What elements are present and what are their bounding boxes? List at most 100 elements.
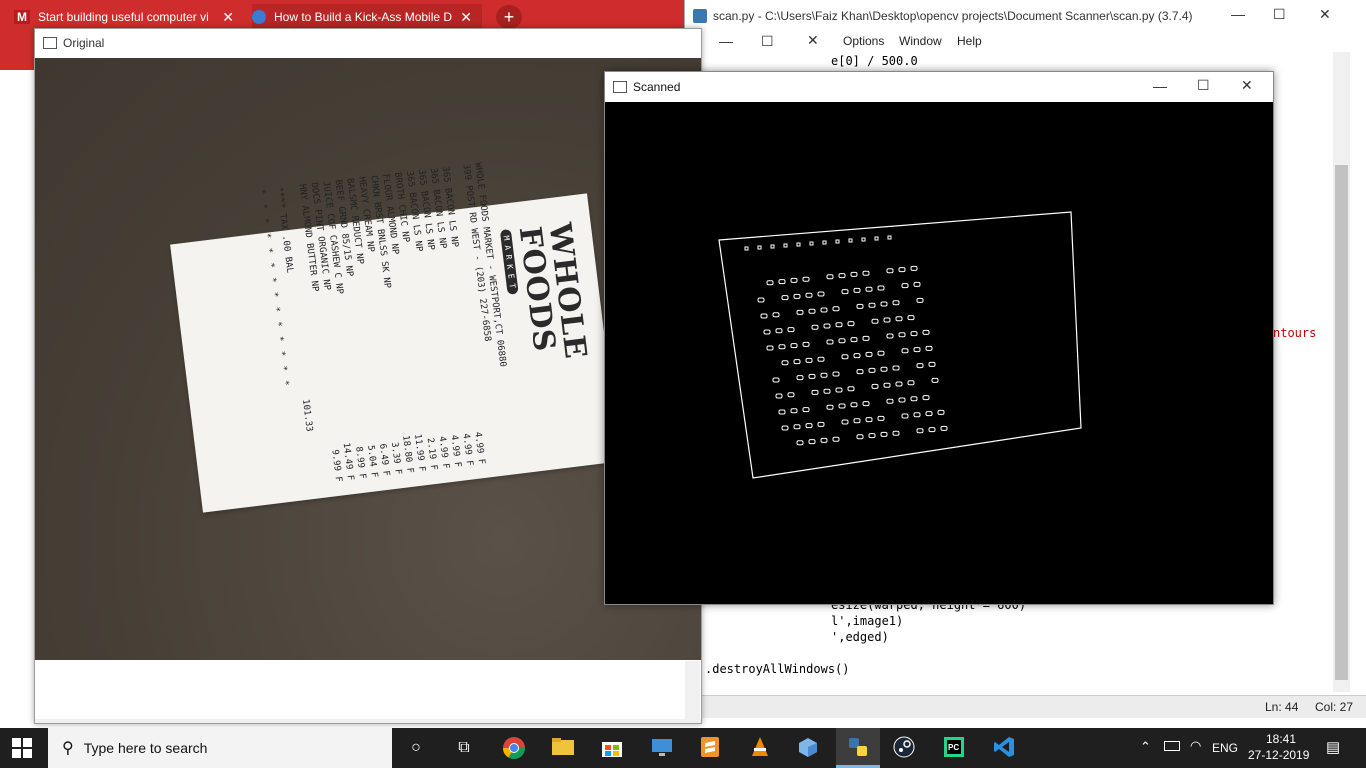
edge-mark bbox=[937, 409, 945, 415]
code-line[interactable]: ',edged) bbox=[831, 630, 889, 644]
steam-icon[interactable] bbox=[892, 736, 916, 760]
edge-mark bbox=[880, 431, 888, 437]
idle-title-bar: scan.py - C:\Users\Faiz Khan\Desktop\ope… bbox=[685, 0, 1366, 31]
edge-mark bbox=[832, 306, 840, 312]
edge-mark bbox=[880, 366, 888, 372]
vscode-icon[interactable] bbox=[992, 736, 1016, 760]
chevron-up-icon[interactable]: ⌃ bbox=[1140, 739, 1151, 755]
edge-mark bbox=[877, 415, 885, 421]
edge-mark bbox=[862, 335, 870, 341]
edge-mark bbox=[808, 308, 816, 314]
edge-mark bbox=[790, 343, 798, 349]
clock-time[interactable]: 18:41 bbox=[1266, 732, 1296, 746]
edge-mark bbox=[787, 327, 795, 333]
edge-mark bbox=[841, 419, 849, 425]
minimize-icon[interactable]: — bbox=[719, 33, 733, 49]
edge-mark bbox=[823, 388, 831, 394]
window-icon bbox=[43, 37, 57, 49]
close-icon[interactable]: ✕ bbox=[807, 32, 819, 49]
code-line[interactable]: e[0] / 500.0 bbox=[831, 54, 918, 68]
edge-mark bbox=[820, 372, 828, 378]
pycharm-icon[interactable]: PC bbox=[942, 736, 966, 760]
edge-mark bbox=[907, 380, 915, 386]
edge-mark bbox=[940, 425, 948, 431]
windows-start-icon[interactable] bbox=[12, 738, 32, 758]
cortana-icon[interactable]: ○ bbox=[404, 736, 428, 760]
column-number: Col: 27 bbox=[1315, 700, 1354, 714]
browser-tab-2[interactable]: How to Build a Kick-Ass Mobile D ✕ bbox=[252, 4, 482, 30]
close-icon[interactable]: ✕ bbox=[460, 9, 472, 26]
menu-options[interactable]: Options bbox=[843, 34, 884, 48]
close-icon[interactable]: ✕ bbox=[222, 9, 234, 26]
menu-window[interactable]: Window bbox=[899, 34, 942, 48]
scanned-edge-image bbox=[605, 102, 1273, 604]
edge-mark bbox=[850, 402, 858, 408]
edge-mark bbox=[805, 292, 813, 298]
clock-date[interactable]: 27-12-2019 bbox=[1248, 748, 1309, 762]
edge-mark bbox=[832, 371, 840, 377]
edge-mark bbox=[883, 317, 891, 323]
minimize-icon[interactable]: — bbox=[1231, 6, 1245, 22]
edge-mark bbox=[856, 303, 864, 309]
edge-mark bbox=[766, 280, 774, 286]
edge-mark bbox=[907, 315, 915, 321]
menu-help[interactable]: Help bbox=[957, 34, 982, 48]
edge-mark bbox=[856, 369, 864, 375]
task-view-icon[interactable]: ⧉ bbox=[452, 736, 476, 760]
edge-mark bbox=[817, 421, 825, 427]
file-explorer-icon[interactable] bbox=[552, 736, 576, 760]
chrome-icon[interactable] bbox=[502, 736, 526, 760]
remote-desktop-icon[interactable] bbox=[650, 736, 674, 760]
window-title: scan.py - C:\Users\Faiz Khan\Desktop\ope… bbox=[713, 9, 1193, 23]
minimize-icon[interactable]: — bbox=[1153, 78, 1167, 94]
sublime-text-icon[interactable] bbox=[698, 736, 722, 760]
close-icon[interactable]: ✕ bbox=[1319, 6, 1331, 23]
vlc-icon[interactable] bbox=[748, 736, 772, 760]
scrollbar-thumb[interactable] bbox=[1335, 165, 1348, 680]
edge-mark bbox=[847, 386, 855, 392]
edge-mark bbox=[910, 396, 918, 402]
edge-mark bbox=[808, 373, 816, 379]
edge-mark bbox=[886, 398, 894, 404]
edge-mark bbox=[877, 285, 885, 291]
edge-mark bbox=[862, 401, 870, 407]
cube-app-icon[interactable] bbox=[796, 736, 820, 760]
receipt-content: WHOLE FOODS M A R K E T WHOLE FOODS MARK… bbox=[162, 124, 620, 513]
new-tab-button[interactable]: + bbox=[496, 5, 522, 29]
browser-tab-1[interactable]: M Start building useful computer vi ✕ bbox=[14, 4, 244, 30]
edge-mark bbox=[841, 289, 849, 295]
notifications-icon[interactable]: ▤ bbox=[1326, 738, 1340, 756]
edge-mark bbox=[802, 407, 810, 413]
edge-mark bbox=[898, 267, 906, 273]
wifi-icon[interactable]: ◠ bbox=[1190, 738, 1201, 754]
battery-icon[interactable] bbox=[1164, 741, 1180, 751]
maximize-icon[interactable]: ☐ bbox=[761, 33, 774, 50]
edge-mark bbox=[850, 271, 858, 277]
bottom-edge bbox=[35, 719, 701, 723]
edge-dot bbox=[874, 236, 879, 241]
edge-mark bbox=[835, 322, 843, 328]
site-icon bbox=[252, 10, 266, 24]
edge-mark bbox=[886, 268, 894, 274]
maximize-icon[interactable]: ☐ bbox=[1273, 6, 1286, 23]
edge-mark bbox=[778, 409, 786, 415]
edge-mark bbox=[853, 287, 861, 293]
store-icon[interactable] bbox=[600, 736, 624, 760]
close-icon[interactable]: ✕ bbox=[1241, 77, 1253, 94]
window-empty-area bbox=[35, 661, 701, 721]
python-idle-icon[interactable] bbox=[846, 736, 870, 760]
maximize-icon[interactable]: ☐ bbox=[1197, 77, 1210, 94]
edge-mark bbox=[817, 291, 825, 297]
edge-dot bbox=[822, 240, 827, 245]
taskbar-search-box[interactable]: ⚲ Type here to search bbox=[48, 728, 392, 768]
edge-mark bbox=[805, 423, 813, 429]
status-bar: Ln: 44 Col: 27 bbox=[685, 695, 1366, 718]
code-line[interactable]: .destroyAllWindows() bbox=[705, 662, 850, 676]
code-line[interactable]: ntours bbox=[1273, 326, 1316, 340]
code-line[interactable]: l',image1) bbox=[831, 614, 903, 628]
edge-mark bbox=[757, 297, 765, 303]
edge-mark bbox=[898, 397, 906, 403]
vertical-scrollbar[interactable] bbox=[685, 661, 700, 721]
language-indicator[interactable]: ENG bbox=[1212, 741, 1238, 755]
edge-mark bbox=[868, 302, 876, 308]
